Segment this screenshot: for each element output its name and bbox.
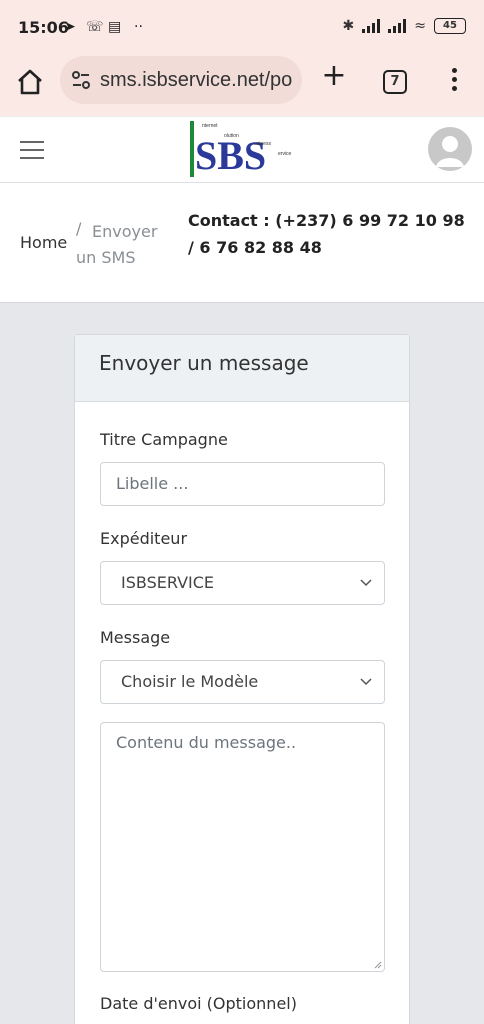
message-label: Message xyxy=(100,628,171,647)
template-select-value: Choisir le Modèle xyxy=(121,672,259,691)
chevron-down-icon xyxy=(360,579,372,587)
url-text: sms.isbservice.net/po xyxy=(100,68,293,91)
card-header: Envoyer un message xyxy=(75,335,409,402)
battery-icon: 45 xyxy=(434,18,466,34)
card-title: Envoyer un message xyxy=(99,351,309,375)
new-tab-icon[interactable]: + xyxy=(318,61,350,94)
breadcrumb-home-link[interactable]: Home xyxy=(20,233,67,252)
template-select[interactable]: Choisir le Modèle xyxy=(100,660,385,704)
contact-info: Contact : (+237) 6 99 72 10 98 / 6 76 82… xyxy=(188,211,465,257)
browser-toolbar: sms.isbservice.net/po + 7 xyxy=(0,56,484,116)
isbs-logo[interactable]: SBS nternet olution usiness ervice xyxy=(188,119,298,179)
bluetooth-icon: ✱ xyxy=(342,18,355,34)
message-content-placeholder: Contenu du message.. xyxy=(116,733,297,752)
svg-text:usiness: usiness xyxy=(254,141,271,147)
message-icon: ▤ xyxy=(108,19,122,35)
send-message-card: Envoyer un message Titre Campagne Libell… xyxy=(74,334,410,1024)
breadcrumb-current: Envoyer un SMS xyxy=(76,222,158,267)
svg-text:olution: olution xyxy=(224,133,239,139)
message-content-textarea[interactable]: Contenu du message.. xyxy=(100,722,385,972)
breadcrumb-section: Home / Envoyer un SMS Contact : (+237) 6… xyxy=(0,183,484,303)
resize-handle-icon[interactable] xyxy=(374,961,382,969)
site-settings-icon[interactable] xyxy=(70,69,92,91)
status-bar: 15:06 ➤ ☏ ▤ ·· ✱ ≈ 45 xyxy=(0,0,484,56)
sender-label: Expéditeur xyxy=(100,529,188,548)
more-notifications-icon: ·· xyxy=(134,19,143,35)
address-bar[interactable]: sms.isbservice.net/po xyxy=(60,56,302,104)
campaign-title-input[interactable]: Libelle ... xyxy=(100,462,385,506)
signal-icon-2 xyxy=(388,19,407,33)
sender-select[interactable]: ISBSERVICE xyxy=(100,561,385,605)
chevron-down-icon xyxy=(360,678,372,686)
svg-text:SBS: SBS xyxy=(195,133,266,178)
signal-icon xyxy=(362,19,381,33)
whatsapp-icon: ☏ xyxy=(86,19,104,35)
user-icon xyxy=(436,136,464,167)
wifi-icon: ≈ xyxy=(414,18,426,34)
status-time: 15:06 xyxy=(18,18,69,37)
home-icon[interactable] xyxy=(14,66,46,98)
hamburger-menu-icon[interactable] xyxy=(20,141,44,159)
svg-text:ervice: ervice xyxy=(278,151,292,157)
send-date-label: Date d'envoi (Optionnel) xyxy=(100,994,297,1013)
campaign-title-label: Titre Campagne xyxy=(100,430,228,449)
svg-text:nternet: nternet xyxy=(202,123,218,129)
tab-switcher-button[interactable]: 7 xyxy=(383,70,407,94)
browser-menu-icon[interactable] xyxy=(444,68,464,96)
telegram-icon: ➤ xyxy=(64,19,76,35)
site-header: SBS nternet olution usiness ervice xyxy=(0,116,484,183)
sender-select-value: ISBSERVICE xyxy=(121,573,215,592)
user-avatar[interactable] xyxy=(428,127,472,171)
